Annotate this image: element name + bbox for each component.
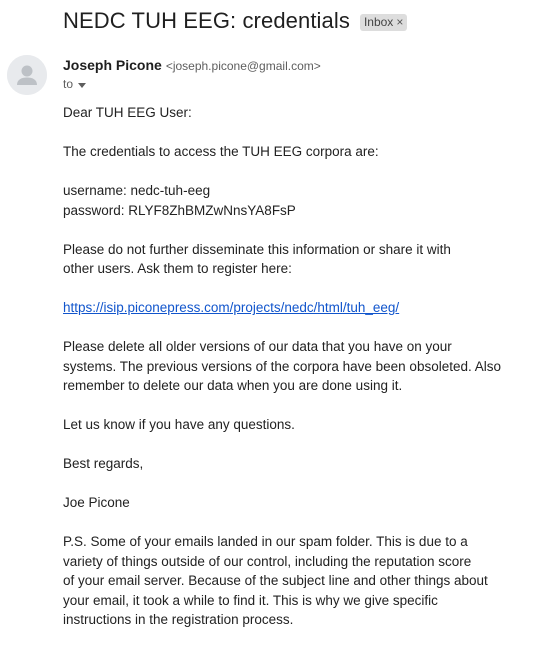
delete-line: systems. The previous versions of the co…: [63, 358, 501, 374]
disseminate-line: Please do not further disseminate this i…: [63, 241, 451, 257]
delete-paragraph: Please delete all older versions of our …: [63, 337, 533, 396]
register-link[interactable]: https://isip.piconepress.com/projects/ne…: [63, 300, 399, 315]
inbox-label-chip[interactable]: Inbox ×: [359, 13, 408, 31]
password-line: password: RLYF8ZhBMZwNnsYA8FsP: [63, 202, 296, 218]
ps-line: instructions in the registration process…: [63, 612, 294, 627]
close-icon[interactable]: ×: [396, 15, 403, 29]
email-body: Dear TUH EEG User: The credentials to ac…: [63, 103, 533, 649]
ps-line: variety of things outside of our control…: [63, 553, 472, 569]
closing-line: Best regards,: [63, 456, 144, 471]
sender-email: <joseph.picone@gmail.com>: [165, 59, 321, 73]
disseminate-paragraph: Please do not further disseminate this i…: [63, 240, 533, 279]
delete-line: remember to delete our data when you are…: [63, 378, 403, 393]
questions-line: Let us know if you have any questions.: [63, 417, 295, 432]
subject-row: NEDC TUH EEG: credentials Inbox ×: [63, 6, 408, 36]
recipients-toggle[interactable]: to: [63, 77, 87, 91]
ps-line: of your email server. Because of the sub…: [63, 573, 488, 588]
sender-row: Joseph Picone <joseph.picone@gmail.com>: [63, 57, 321, 73]
ps-line: your email, it took a while to find it. …: [63, 592, 438, 608]
signature-line: Joe Picone: [63, 495, 130, 510]
caret-down-icon[interactable]: [78, 82, 87, 88]
register-link-paragraph: https://isip.piconepress.com/projects/ne…: [63, 298, 533, 318]
ps-line: P.S. Some of your emails landed in our s…: [63, 534, 468, 549]
disseminate-line: other users. Ask them to register here:: [63, 261, 292, 276]
username-line: username: nedc-tuh-eeg: [63, 183, 211, 198]
sender-name[interactable]: Joseph Picone: [63, 57, 162, 73]
greeting: Dear TUH EEG User:: [63, 105, 192, 120]
sender-avatar[interactable]: [7, 55, 47, 95]
person-icon: [7, 55, 47, 95]
credentials-block: username: nedc-tuh-eeg password: RLYF8Zh…: [63, 181, 533, 220]
inbox-label-text: Inbox: [363, 14, 394, 29]
credentials-intro: The credentials to access the TUH EEG co…: [63, 144, 379, 159]
email-subject: NEDC TUH EEG: credentials: [63, 8, 350, 33]
to-label: to: [63, 77, 74, 91]
ps-paragraph: P.S. Some of your emails landed in our s…: [63, 532, 533, 630]
delete-line: Please delete all older versions of our …: [63, 339, 452, 354]
